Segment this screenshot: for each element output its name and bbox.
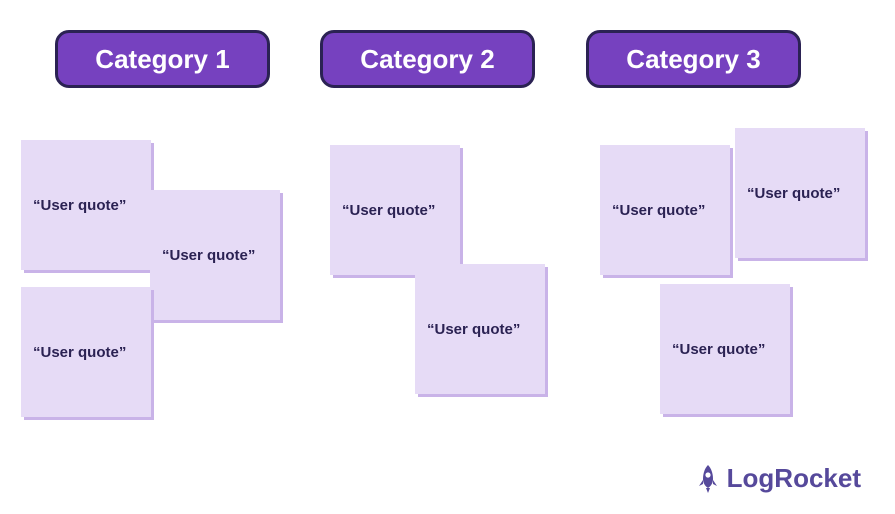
sticky-text: “User quote” xyxy=(162,247,255,264)
category-title: Category 3 xyxy=(626,44,760,75)
category-header-2: Category 2 xyxy=(320,30,535,88)
category-header-1: Category 1 xyxy=(55,30,270,88)
sticky-note: “User quote” xyxy=(735,128,865,258)
sticky-note: “User quote” xyxy=(21,140,151,270)
sticky-text: “User quote” xyxy=(342,202,435,219)
sticky-note: “User quote” xyxy=(660,284,790,414)
category-title: Category 1 xyxy=(95,44,229,75)
sticky-text: “User quote” xyxy=(33,344,126,361)
sticky-text: “User quote” xyxy=(672,341,765,358)
category-header-3: Category 3 xyxy=(586,30,801,88)
rocket-icon xyxy=(695,464,721,494)
sticky-note: “User quote” xyxy=(415,264,545,394)
sticky-note: “User quote” xyxy=(330,145,460,275)
sticky-note: “User quote” xyxy=(600,145,730,275)
sticky-text: “User quote” xyxy=(612,202,705,219)
sticky-note: “User quote” xyxy=(150,190,280,320)
sticky-text: “User quote” xyxy=(33,197,126,214)
sticky-text: “User quote” xyxy=(427,321,520,338)
logo-text: LogRocket xyxy=(727,463,861,494)
sticky-note: “User quote” xyxy=(21,287,151,417)
category-title: Category 2 xyxy=(360,44,494,75)
logrocket-logo: LogRocket xyxy=(695,463,861,494)
sticky-text: “User quote” xyxy=(747,185,840,202)
